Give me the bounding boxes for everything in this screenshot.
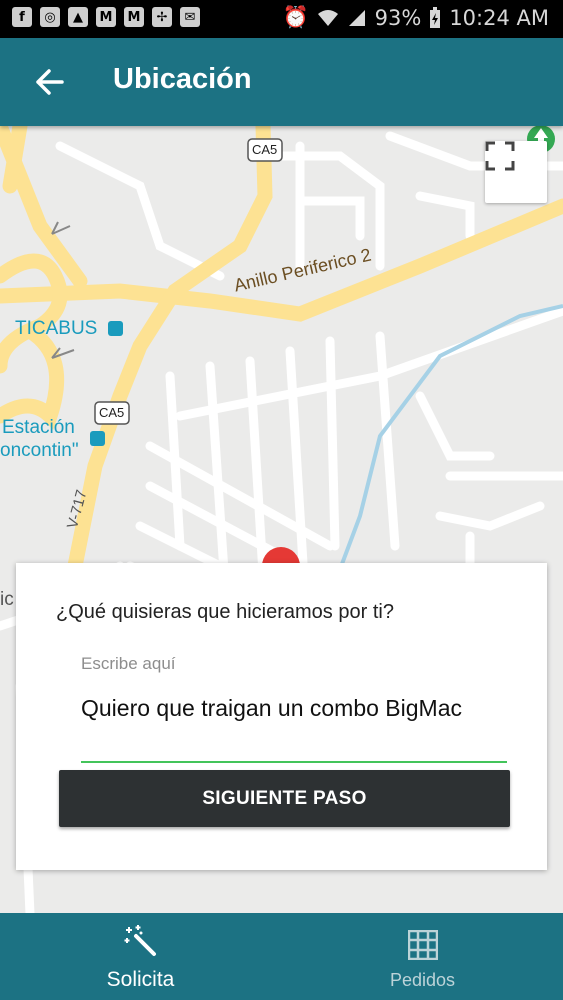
instagram-icon: ◎ — [40, 7, 60, 27]
signal-icon — [348, 9, 365, 26]
clock: 10:24 AM — [449, 5, 549, 30]
back-button[interactable] — [30, 62, 70, 102]
request-card: ¿Qué quisieras que hicieramos por ti? Es… — [16, 563, 547, 870]
gmail-icon: M — [96, 7, 116, 27]
bottom-nav: Solicita Pedidos — [0, 913, 563, 1000]
status-bar: f ◎ ▲ M M ✢ ✉ ⏰ 93% 10:24 AM — [0, 0, 563, 38]
road-label-ca5: CA5 — [99, 405, 125, 420]
alarm-icon: ⏰ — [282, 5, 309, 29]
next-step-button[interactable]: SIGUIENTE PASO — [59, 770, 510, 827]
request-input[interactable]: Quiero que traigan un combo BigMac — [81, 693, 501, 724]
gallery-icon: ▲ — [68, 7, 88, 27]
wifi-icon — [317, 9, 338, 26]
notification-icons: f ◎ ▲ M M ✢ ✉ — [12, 7, 200, 27]
gmail-icon: M — [124, 7, 144, 27]
magic-wand-icon — [124, 925, 156, 956]
input-label: Escribe aquí — [81, 654, 176, 673]
card-question: ¿Qué quisieras que hicieramos por ti? — [56, 601, 394, 623]
input-underline — [81, 761, 507, 763]
place-label-partial: ic — [0, 589, 14, 610]
facebook-icon: f — [12, 7, 32, 27]
nav-label: Solicita — [106, 968, 175, 991]
nav-label: Pedidos — [389, 970, 456, 990]
place-label-station[interactable]: Estación — [2, 417, 75, 439]
system-status: ⏰ 93% 10:24 AM — [282, 5, 549, 30]
fullscreen-button[interactable] — [485, 141, 547, 203]
place-label-station[interactable]: oncontin" — [0, 440, 79, 462]
pinwheel-icon: ✢ — [152, 7, 172, 27]
fullscreen-icon — [485, 141, 515, 171]
nav-item-solicita[interactable]: Solicita — [0, 913, 281, 1000]
page-title: Ubicación — [113, 63, 252, 95]
place-label-ticabus[interactable]: TICABUS — [15, 318, 97, 340]
battery-percent: 93% — [374, 5, 422, 30]
grid-icon — [408, 930, 438, 960]
app-bar: Ubicación — [0, 38, 563, 126]
nav-item-pedidos[interactable]: Pedidos — [282, 913, 563, 1000]
arrow-back-icon — [36, 69, 64, 95]
battery-icon — [430, 6, 441, 28]
email-icon: ✉ — [180, 7, 200, 27]
road-label-ca5: CA5 — [252, 142, 278, 157]
